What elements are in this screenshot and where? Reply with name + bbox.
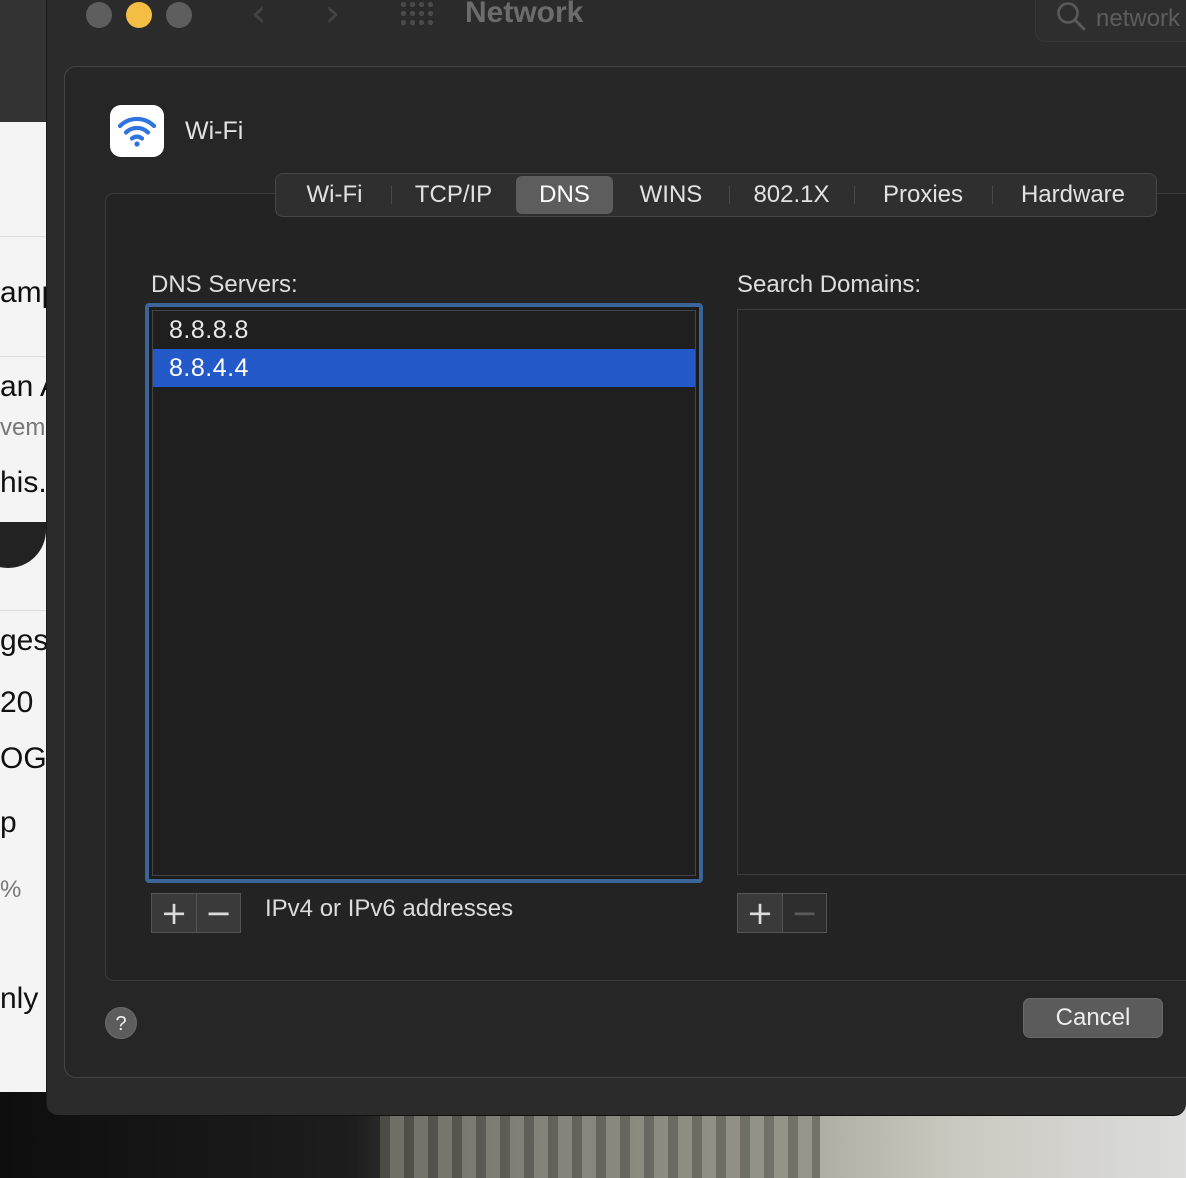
search-field[interactable] xyxy=(1035,0,1186,42)
dns-add-remove-control: + − xyxy=(151,893,241,933)
tab-dns[interactable]: DNS xyxy=(516,176,613,214)
tab-hardware[interactable]: Hardware xyxy=(992,176,1154,214)
tab-bar: Wi-Fi TCP/IP DNS WINS 802.1X Proxies Har… xyxy=(275,173,1157,217)
cancel-button[interactable]: Cancel xyxy=(1023,998,1163,1038)
dns-servers-list[interactable]: 8.8.8.8 8.8.4.4 xyxy=(145,303,703,883)
window-title: Network xyxy=(465,0,584,29)
forward-chevron-icon[interactable]: › xyxy=(325,0,340,32)
background-avatar xyxy=(0,522,46,568)
wifi-icon xyxy=(110,105,164,157)
tab-wifi[interactable]: Wi-Fi xyxy=(278,176,391,214)
search-icon xyxy=(1057,2,1086,31)
close-window-button[interactable] xyxy=(86,2,112,28)
dns-server-row-selected[interactable]: 8.8.4.4 xyxy=(153,349,695,387)
remove-dns-server-button[interactable]: − xyxy=(196,894,240,932)
tab-proxies[interactable]: Proxies xyxy=(854,176,992,214)
background-text: nly xyxy=(0,982,39,1015)
dns-server-row[interactable]: 8.8.8.8 xyxy=(153,311,695,349)
tab-tcp-ip[interactable]: TCP/IP xyxy=(391,176,516,214)
divider xyxy=(0,610,46,611)
background-page-header xyxy=(0,0,46,122)
titlebar: ‹ › Network xyxy=(47,0,1186,66)
show-all-grid-icon[interactable] xyxy=(399,0,437,28)
add-dns-server-button[interactable]: + xyxy=(152,894,196,932)
background-text: amp xyxy=(0,276,46,309)
background-text: 20 xyxy=(0,686,34,719)
interface-name: Wi-Fi xyxy=(185,117,244,145)
background-text: an A xyxy=(0,370,46,403)
tab-802-1x[interactable]: 802.1X xyxy=(729,176,854,214)
background-photo-window xyxy=(380,1112,820,1178)
zoom-window-button[interactable] xyxy=(166,2,192,28)
divider xyxy=(0,356,46,357)
remove-search-domain-button: − xyxy=(782,894,826,932)
minimize-window-button[interactable] xyxy=(126,2,152,28)
background-text: vem xyxy=(0,414,46,441)
search-domains-list[interactable] xyxy=(737,309,1186,875)
back-chevron-icon[interactable]: ‹ xyxy=(251,0,266,32)
divider xyxy=(0,236,46,237)
help-button[interactable]: ? xyxy=(105,1007,137,1039)
background-web-page: amp an A vem his. ges 20 OG p % nly xyxy=(0,0,46,1178)
search-input[interactable] xyxy=(1096,5,1186,33)
background-text: p xyxy=(0,806,17,839)
network-advanced-sheet: Wi-Fi Wi-Fi TCP/IP DNS WINS 802.1X Proxi… xyxy=(64,66,1186,1078)
background-text: ges xyxy=(0,624,46,657)
add-search-domain-button[interactable]: + xyxy=(738,894,782,932)
search-domains-label: Search Domains: xyxy=(737,271,922,298)
domains-add-remove-control: + − xyxy=(737,893,827,933)
background-text: % xyxy=(0,876,22,903)
tab-wins[interactable]: WINS xyxy=(613,176,729,214)
background-text: OG xyxy=(0,742,46,775)
dns-servers-label: DNS Servers: xyxy=(151,271,298,298)
background-text: his. xyxy=(0,466,46,499)
dns-servers-hint: IPv4 or IPv6 addresses xyxy=(265,895,514,922)
